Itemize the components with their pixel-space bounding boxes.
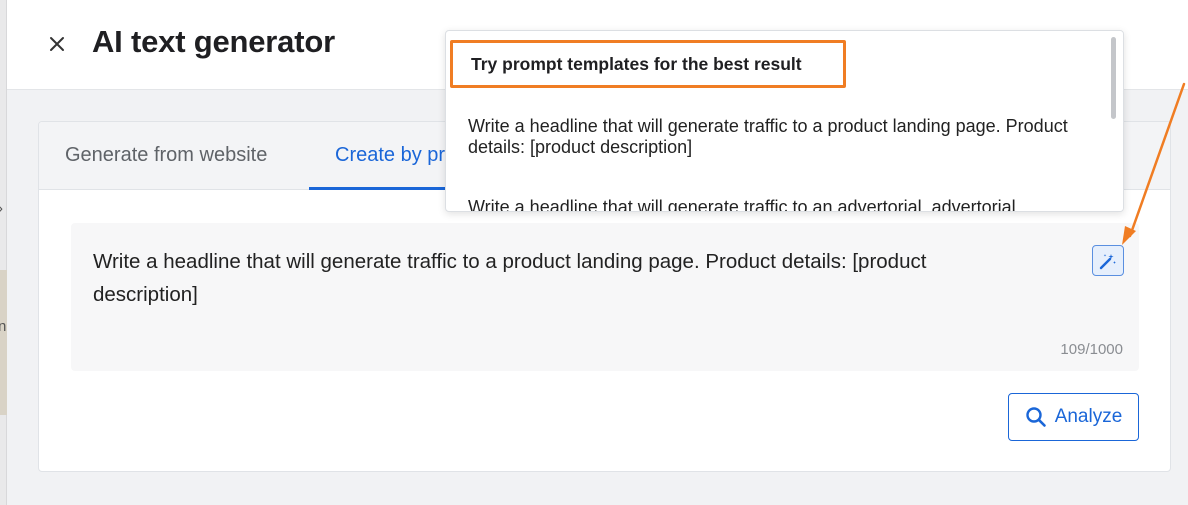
close-icon (50, 37, 64, 51)
prompt-textarea[interactable]: Write a headline that will generate traf… (71, 223, 1139, 371)
prompt-templates-dropdown: Try prompt templates for the best result… (445, 30, 1124, 212)
background-chevron: › (0, 200, 3, 217)
template-item[interactable]: Write a headline that will generate traf… (468, 116, 1108, 158)
tab-generate-from-website[interactable]: Generate from website (65, 122, 267, 190)
prompt-text[interactable]: Write a headline that will generate traf… (93, 245, 993, 311)
template-item[interactable]: Write a headline that will generate traf… (468, 197, 1108, 211)
dropdown-scrollbar[interactable] (1109, 31, 1123, 211)
dropdown-header: Try prompt templates for the best result (450, 40, 846, 88)
close-button[interactable] (39, 26, 75, 62)
background-page-edge: › n (0, 0, 7, 505)
analyze-button[interactable]: Analyze (1008, 393, 1139, 441)
background-text-fragment: n (0, 318, 7, 335)
prompt-templates-button[interactable] (1092, 245, 1124, 276)
background-image-strip (0, 270, 7, 415)
magic-wand-icon (1099, 253, 1116, 269)
dialog-title: AI text generator (92, 24, 335, 59)
character-counter: 109/1000 (1060, 341, 1123, 358)
dropdown-scrollbar-thumb[interactable] (1111, 37, 1116, 119)
analyze-label: Analyze (1054, 406, 1123, 427)
search-icon (1025, 407, 1046, 427)
